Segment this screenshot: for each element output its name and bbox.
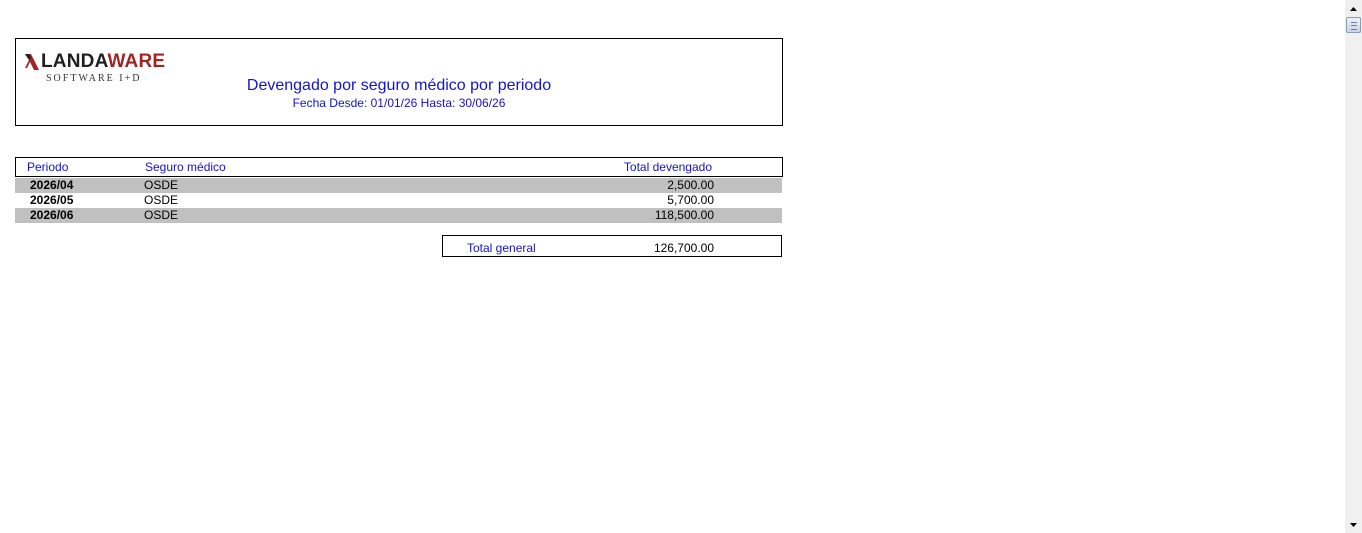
- cell-seguro: OSDE: [144, 178, 179, 192]
- grand-total: Total general 126,700.00: [442, 235, 782, 257]
- table-row: 2026/05 OSDE 5,700.00: [15, 193, 782, 208]
- cell-periodo: 2026/05: [30, 193, 74, 207]
- table-header: Periodo Seguro médico Total devengado: [15, 157, 783, 177]
- grip-icon: [1351, 22, 1357, 30]
- cell-periodo: 2026/04: [30, 178, 74, 192]
- logo-brand: LANDAWARE: [41, 51, 166, 72]
- column-header-periodo: Periodo: [27, 160, 69, 174]
- report-page: LANDAWARE SOFTWARE I+D Devengado por seg…: [0, 0, 1345, 533]
- scrollbar-thumb[interactable]: [1346, 17, 1361, 33]
- report-title: Devengado por seguro médico por periodo: [246, 77, 552, 94]
- cell-total: 5,700.00: [667, 193, 714, 207]
- grand-total-label: Total general: [467, 241, 536, 255]
- cell-total: 118,500.00: [654, 208, 714, 222]
- cell-seguro: OSDE: [144, 208, 179, 222]
- landaware-logo-icon: [25, 54, 39, 70]
- report-date-range: Fecha Desde: 01/01/26 Hasta: 30/06/26: [292, 96, 506, 110]
- cell-periodo: 2026/06: [30, 208, 74, 222]
- scroll-down-arrow-icon[interactable]: [1345, 516, 1362, 533]
- table-row: 2026/04 OSDE 2,500.00: [15, 178, 782, 193]
- grand-total-value: 126,700.00: [653, 241, 714, 255]
- cell-total: 2,500.00: [667, 178, 714, 192]
- vertical-scrollbar[interactable]: [1345, 0, 1362, 533]
- scroll-up-arrow-icon[interactable]: [1345, 0, 1362, 17]
- report-header: LANDAWARE SOFTWARE I+D Devengado por seg…: [15, 38, 783, 126]
- cell-seguro: OSDE: [144, 193, 179, 207]
- column-header-total: Total devengado: [623, 160, 712, 174]
- column-header-seguro: Seguro médico: [145, 160, 226, 174]
- table-row: 2026/06 OSDE 118,500.00: [15, 208, 782, 223]
